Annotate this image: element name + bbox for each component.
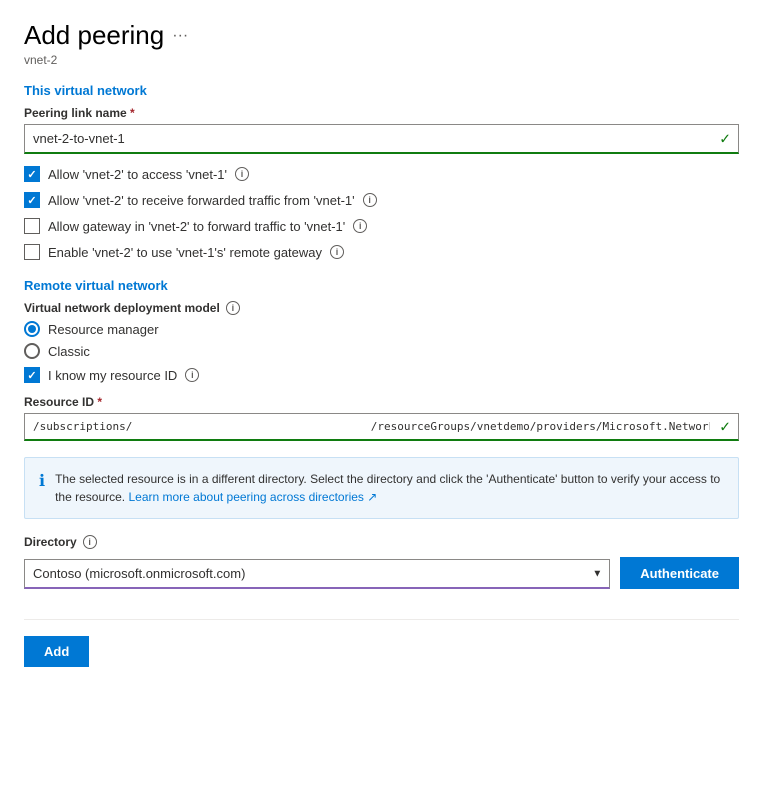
peering-link-input[interactable]: [24, 124, 739, 154]
directory-row: Contoso (microsoft.onmicrosoft.com) ▼ Au…: [24, 557, 739, 589]
checkbox-remote-gateway[interactable]: [24, 244, 40, 260]
checkbox-access-label: Allow 'vnet-2' to access 'vnet-1': [48, 167, 227, 182]
radio-row-resource-manager: Resource manager: [24, 321, 739, 337]
checkbox-row-1: Allow 'vnet-2' to access 'vnet-1' i: [24, 166, 739, 182]
info-icon-4[interactable]: i: [330, 245, 344, 259]
notice-info-icon: ℹ: [39, 471, 45, 506]
radio-classic[interactable]: [24, 343, 40, 359]
deployment-model-label: Virtual network deployment model i: [24, 301, 739, 315]
info-icon-2[interactable]: i: [363, 193, 377, 207]
checkbox-row-2: Allow 'vnet-2' to receive forwarded traf…: [24, 192, 739, 208]
authenticate-button[interactable]: Authenticate: [620, 557, 739, 589]
checkbox-forwarded-label: Allow 'vnet-2' to receive forwarded traf…: [48, 193, 355, 208]
checkbox-gateway-forward[interactable]: [24, 218, 40, 234]
directory-select-wrapper: Contoso (microsoft.onmicrosoft.com) ▼: [24, 559, 610, 589]
page-subtitle: vnet-2: [24, 53, 739, 67]
resource-id-info-icon[interactable]: i: [185, 368, 199, 382]
this-vnet-checkboxes: Allow 'vnet-2' to access 'vnet-1' i Allo…: [24, 166, 739, 260]
peering-link-input-wrapper: ✓: [24, 124, 739, 154]
notice-text: The selected resource is in a different …: [55, 470, 724, 506]
resource-id-label: Resource ID *: [24, 395, 739, 409]
directory-info-icon[interactable]: i: [83, 535, 97, 549]
checkbox-know-resource-id[interactable]: [24, 367, 40, 383]
directory-label: Directory i: [24, 535, 739, 549]
checkbox-gateway-forward-label: Allow gateway in 'vnet-2' to forward tra…: [48, 219, 345, 234]
ellipsis-menu-icon[interactable]: ···: [172, 27, 188, 45]
checkbox-forwarded[interactable]: [24, 192, 40, 208]
info-icon-3[interactable]: i: [353, 219, 367, 233]
notice-box: ℹ The selected resource is in a differen…: [24, 457, 739, 519]
checkbox-know-resource-id-label: I know my resource ID: [48, 368, 177, 383]
radio-classic-label: Classic: [48, 344, 90, 359]
this-vnet-heading: This virtual network: [24, 83, 739, 98]
know-resource-id-row: I know my resource ID i: [24, 367, 739, 383]
radio-resource-manager[interactable]: [24, 321, 40, 337]
resource-id-valid-icon: ✓: [719, 419, 731, 436]
page-title-row: Add peering ···: [24, 20, 739, 51]
page-title: Add peering: [24, 20, 164, 51]
radio-resource-manager-label: Resource manager: [48, 322, 159, 337]
learn-more-link[interactable]: Learn more about peering across director…: [128, 490, 377, 504]
deployment-model-radio-group: Resource manager Classic: [24, 321, 739, 359]
radio-row-classic: Classic: [24, 343, 739, 359]
directory-section: Directory i Contoso (microsoft.onmicroso…: [24, 535, 739, 589]
remote-vnet-heading: Remote virtual network: [24, 278, 739, 293]
input-valid-icon: ✓: [719, 131, 731, 148]
bottom-bar: Add: [24, 619, 739, 667]
deployment-model-info-icon[interactable]: i: [226, 301, 240, 315]
info-icon-1[interactable]: i: [235, 167, 249, 181]
checkbox-access[interactable]: [24, 166, 40, 182]
add-button[interactable]: Add: [24, 636, 89, 667]
resource-id-input[interactable]: [24, 413, 739, 441]
checkbox-remote-gateway-label: Enable 'vnet-2' to use 'vnet-1's' remote…: [48, 245, 322, 260]
directory-select[interactable]: Contoso (microsoft.onmicrosoft.com): [24, 559, 610, 589]
peering-link-label: Peering link name *: [24, 106, 739, 120]
resource-id-input-wrapper: ✓: [24, 413, 739, 441]
checkbox-row-4: Enable 'vnet-2' to use 'vnet-1's' remote…: [24, 244, 739, 260]
checkbox-row-3: Allow gateway in 'vnet-2' to forward tra…: [24, 218, 739, 234]
